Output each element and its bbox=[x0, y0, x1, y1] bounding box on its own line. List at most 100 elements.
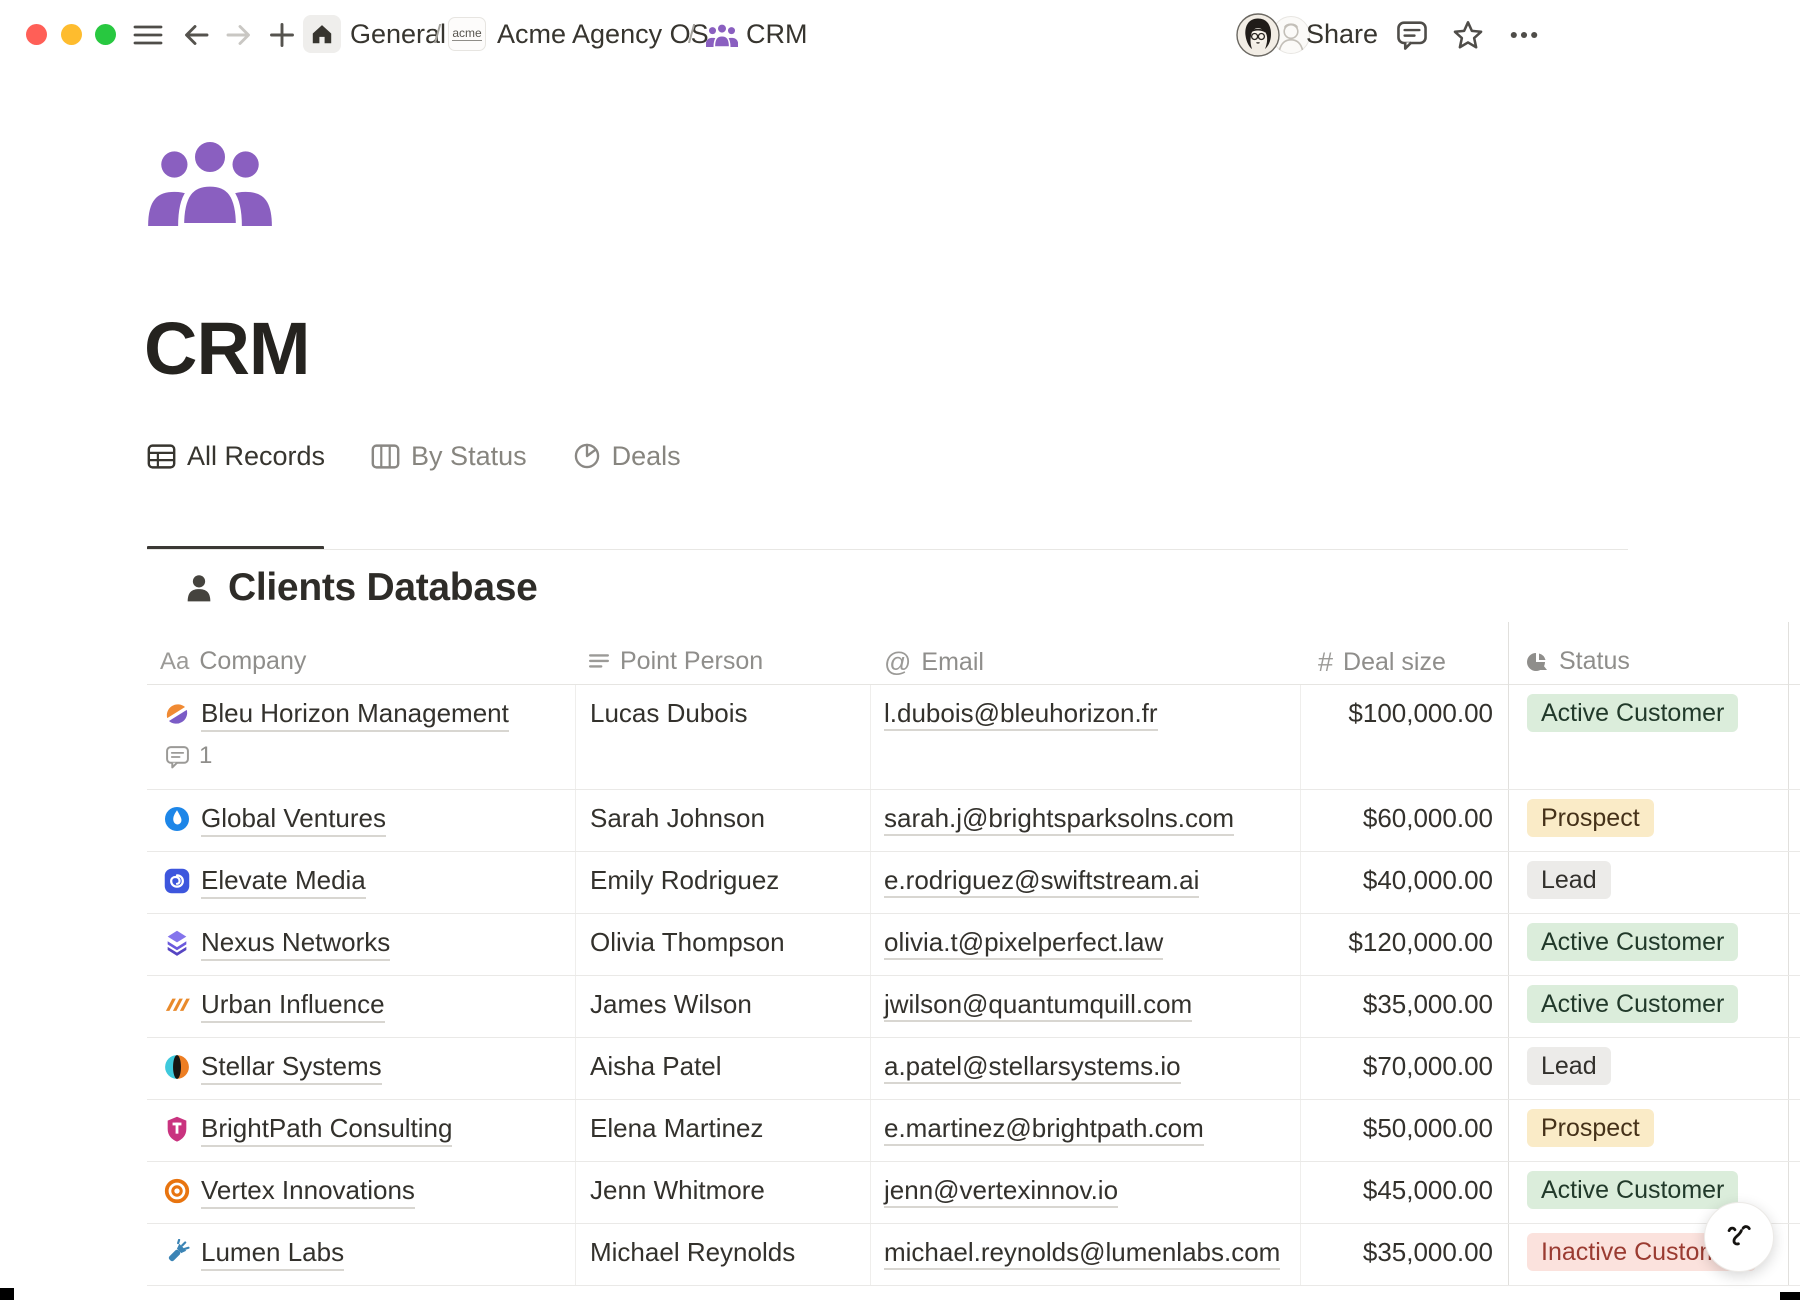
status-badge[interactable]: Prospect bbox=[1527, 1109, 1654, 1147]
status-badge[interactable]: Active Customer bbox=[1527, 1171, 1738, 1209]
status-cell[interactable]: Lead bbox=[1527, 1047, 1611, 1085]
status-badge[interactable]: Lead bbox=[1527, 861, 1611, 899]
company-name-link[interactable]: Vertex Innovations bbox=[201, 1175, 415, 1209]
deal-size-cell[interactable]: $70,000.00 bbox=[1300, 1051, 1493, 1082]
column-header-status[interactable]: Status bbox=[1525, 647, 1630, 676]
company-name-link[interactable]: Elevate Media bbox=[201, 865, 366, 899]
new-page-button[interactable] bbox=[262, 15, 302, 55]
status-cell[interactable]: Prospect bbox=[1527, 1109, 1654, 1147]
company-cell[interactable]: Urban Influence bbox=[163, 989, 385, 1023]
collaborator-avatars[interactable] bbox=[1236, 13, 1312, 57]
status-badge[interactable]: Prospect bbox=[1527, 799, 1654, 837]
comment-indicator[interactable]: 1 bbox=[165, 742, 212, 770]
status-badge[interactable]: Lead bbox=[1527, 1047, 1611, 1085]
company-cell[interactable]: Nexus Networks bbox=[163, 927, 390, 961]
company-name-link[interactable]: BrightPath Consulting bbox=[201, 1113, 452, 1147]
email-link[interactable]: olivia.t@pixelperfect.law bbox=[884, 927, 1163, 960]
email-cell[interactable]: l.dubois@bleuhorizon.fr bbox=[884, 698, 1158, 729]
status-badge[interactable]: Active Customer bbox=[1527, 923, 1738, 961]
more-options-button[interactable] bbox=[1504, 15, 1544, 55]
status-cell[interactable]: Active Customer bbox=[1527, 694, 1738, 732]
nav-back-button[interactable] bbox=[176, 15, 216, 55]
point-person-cell[interactable]: Olivia Thompson bbox=[590, 927, 785, 958]
company-cell[interactable]: Bleu Horizon Management bbox=[163, 698, 509, 732]
column-header-company[interactable]: Aa Company bbox=[160, 647, 306, 676]
column-header-point-person[interactable]: Point Person bbox=[588, 647, 763, 676]
deal-size-cell[interactable]: $35,000.00 bbox=[1300, 989, 1493, 1020]
point-person-cell[interactable]: Emily Rodriguez bbox=[590, 865, 779, 896]
database-title[interactable]: Clients Database bbox=[228, 566, 538, 610]
email-link[interactable]: e.rodriguez@swiftstream.ai bbox=[884, 865, 1199, 898]
company-name-link[interactable]: Nexus Networks bbox=[201, 927, 390, 961]
tab-by-status[interactable]: By Status bbox=[371, 441, 527, 472]
window-minimize-button[interactable] bbox=[61, 24, 82, 45]
company-name-link[interactable]: Global Ventures bbox=[201, 803, 386, 837]
point-person-cell[interactable]: Michael Reynolds bbox=[590, 1237, 795, 1268]
deal-size-cell[interactable]: $120,000.00 bbox=[1300, 927, 1493, 958]
point-person-cell[interactable]: Aisha Patel bbox=[590, 1051, 722, 1082]
breadcrumb-root[interactable]: General bbox=[350, 19, 446, 50]
company-cell[interactable]: Lumen Labs bbox=[163, 1237, 344, 1271]
email-link[interactable]: sarah.j@brightsparksolns.com bbox=[884, 803, 1234, 836]
notion-ai-fab-button[interactable] bbox=[1704, 1202, 1774, 1272]
point-person-cell[interactable]: James Wilson bbox=[590, 989, 752, 1020]
company-name-link[interactable]: Stellar Systems bbox=[201, 1051, 382, 1085]
page-title[interactable]: CRM bbox=[144, 306, 310, 391]
status-cell[interactable]: Lead bbox=[1527, 861, 1611, 899]
window-zoom-button[interactable] bbox=[95, 24, 116, 45]
status-badge[interactable]: Active Customer bbox=[1527, 985, 1738, 1023]
company-cell[interactable]: Vertex Innovations bbox=[163, 1175, 415, 1209]
email-cell[interactable]: michael.reynolds@lumenlabs.com bbox=[884, 1237, 1280, 1268]
status-badge[interactable]: Active Customer bbox=[1527, 694, 1738, 732]
status-cell[interactable]: Active Customer bbox=[1527, 985, 1738, 1023]
comments-button[interactable] bbox=[1392, 15, 1432, 55]
email-cell[interactable]: jwilson@quantumquill.com bbox=[884, 989, 1192, 1020]
point-person-cell[interactable]: Elena Martinez bbox=[590, 1113, 763, 1144]
tab-deals[interactable]: Deals bbox=[573, 441, 681, 472]
column-header-email[interactable]: @ Email bbox=[884, 647, 984, 678]
status-cell[interactable]: Active Customer bbox=[1527, 923, 1738, 961]
point-person-cell[interactable]: Jenn Whitmore bbox=[590, 1175, 765, 1206]
status-cell[interactable]: Prospect bbox=[1527, 799, 1654, 837]
email-cell[interactable]: jenn@vertexinnov.io bbox=[884, 1175, 1118, 1206]
company-name-link[interactable]: Lumen Labs bbox=[201, 1237, 344, 1271]
tab-all-records[interactable]: All Records bbox=[147, 441, 325, 472]
breadcrumb-home-button[interactable] bbox=[303, 15, 341, 53]
favorite-button[interactable] bbox=[1448, 15, 1488, 55]
email-link[interactable]: e.martinez@brightpath.com bbox=[884, 1113, 1204, 1146]
email-link[interactable]: l.dubois@bleuhorizon.fr bbox=[884, 698, 1158, 731]
status-cell[interactable]: Active Customer bbox=[1527, 1171, 1738, 1209]
deal-size-cell[interactable]: $45,000.00 bbox=[1300, 1175, 1493, 1206]
company-cell[interactable]: Global Ventures bbox=[163, 803, 386, 837]
company-name-link[interactable]: Urban Influence bbox=[201, 989, 385, 1023]
company-name-link[interactable]: Bleu Horizon Management bbox=[201, 698, 509, 732]
page-icon-people[interactable] bbox=[148, 136, 272, 226]
company-cell[interactable]: BrightPath Consulting bbox=[163, 1113, 452, 1147]
breadcrumb-workspace-badge[interactable]: acme bbox=[448, 17, 486, 51]
deal-size-cell[interactable]: $100,000.00 bbox=[1300, 698, 1493, 729]
email-cell[interactable]: e.rodriguez@swiftstream.ai bbox=[884, 865, 1199, 896]
email-link[interactable]: a.patel@stellarsystems.io bbox=[884, 1051, 1181, 1084]
company-cell[interactable]: Elevate Media bbox=[163, 865, 366, 899]
deal-size-cell[interactable]: $35,000.00 bbox=[1300, 1237, 1493, 1268]
email-link[interactable]: jwilson@quantumquill.com bbox=[884, 989, 1192, 1022]
sidebar-menu-button[interactable] bbox=[128, 15, 168, 55]
point-person-cell[interactable]: Sarah Johnson bbox=[590, 803, 765, 834]
nav-forward-button[interactable] bbox=[219, 15, 259, 55]
email-cell[interactable]: sarah.j@brightsparksolns.com bbox=[884, 803, 1234, 834]
email-cell[interactable]: e.martinez@brightpath.com bbox=[884, 1113, 1204, 1144]
deal-size-cell[interactable]: $60,000.00 bbox=[1300, 803, 1493, 834]
deal-size-cell[interactable]: $50,000.00 bbox=[1300, 1113, 1493, 1144]
breadcrumb-workspace[interactable]: Acme Agency OS bbox=[497, 19, 709, 50]
email-link[interactable]: jenn@vertexinnov.io bbox=[884, 1175, 1118, 1208]
point-person-cell[interactable]: Lucas Dubois bbox=[590, 698, 748, 729]
email-cell[interactable]: olivia.t@pixelperfect.law bbox=[884, 927, 1163, 958]
deal-size-cell[interactable]: $40,000.00 bbox=[1300, 865, 1493, 896]
email-link[interactable]: michael.reynolds@lumenlabs.com bbox=[884, 1237, 1280, 1270]
email-cell[interactable]: a.patel@stellarsystems.io bbox=[884, 1051, 1181, 1082]
share-button[interactable]: Share bbox=[1306, 19, 1378, 50]
column-header-deal-size[interactable]: # Deal size bbox=[1318, 647, 1446, 678]
window-close-button[interactable] bbox=[26, 24, 47, 45]
company-cell[interactable]: Stellar Systems bbox=[163, 1051, 382, 1085]
breadcrumb-page[interactable]: CRM bbox=[746, 19, 808, 50]
